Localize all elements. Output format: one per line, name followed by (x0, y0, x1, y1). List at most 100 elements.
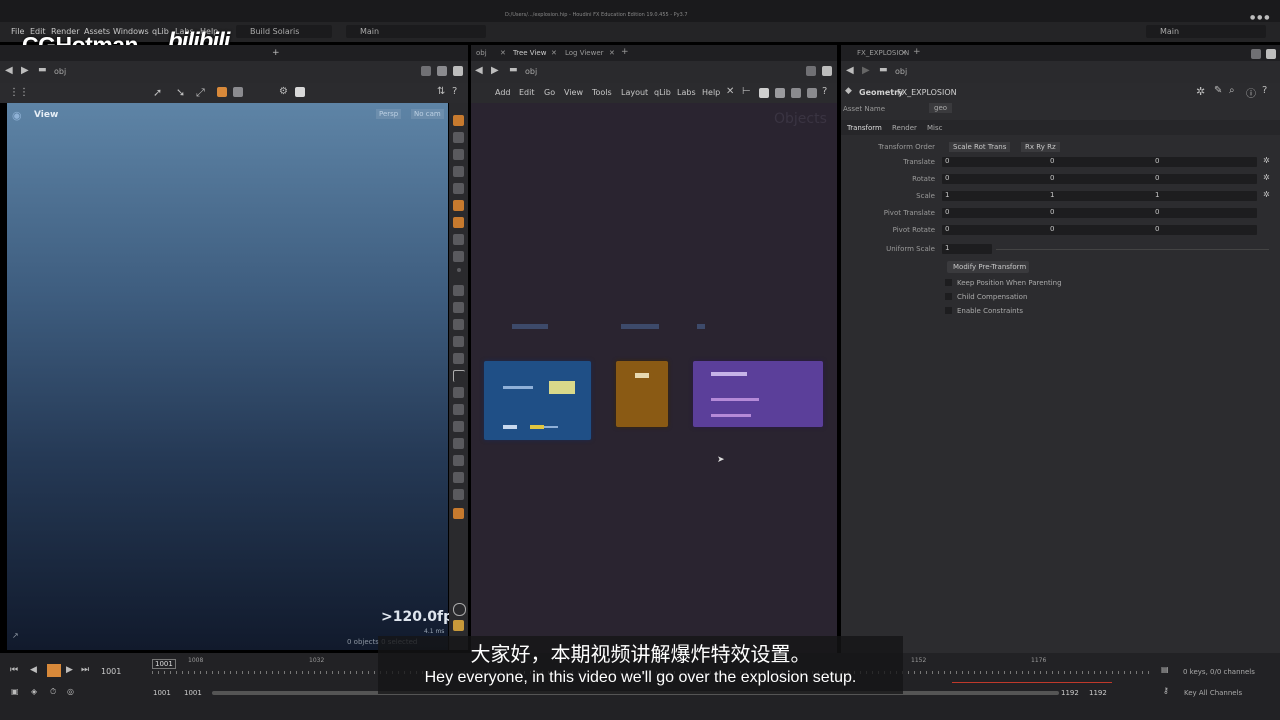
tab-misc[interactable]: Misc (927, 124, 942, 132)
maximize-icon[interactable] (1266, 49, 1276, 59)
left-path[interactable]: obj (54, 67, 66, 76)
shelf-corner-icon[interactable] (453, 370, 465, 382)
tab-log-viewer[interactable]: Log Viewer (565, 49, 604, 57)
asset-name-field[interactable]: geo (929, 103, 953, 113)
back-arrow-icon[interactable]: ◀ (846, 65, 854, 76)
link-icon[interactable] (437, 66, 447, 76)
shelf-brush-icon[interactable] (453, 285, 464, 296)
shelf-select-icon[interactable] (453, 115, 464, 126)
shelf-number-icon[interactable] (453, 319, 464, 330)
shelf-arc-icon[interactable] (453, 387, 464, 398)
net-menu-layout[interactable]: Layout (621, 88, 648, 97)
forward-arrow-icon[interactable]: ▶ (862, 65, 870, 76)
net-menu-tools[interactable]: Tools (592, 88, 612, 97)
node-icon[interactable] (711, 372, 747, 376)
shelf-handle-icon[interactable] (453, 132, 464, 143)
info-icon[interactable]: ⓘ (1246, 85, 1256, 100)
jump-start-icon[interactable]: ⏮ (10, 665, 18, 675)
back-arrow-icon[interactable]: ◀ (475, 65, 483, 76)
translate-z[interactable]: 0 (1155, 157, 1159, 165)
window-close-icon[interactable]: ● ● ● (1250, 14, 1270, 21)
wrench-icon[interactable]: ✕ (726, 86, 734, 97)
help-icon[interactable]: ? (822, 86, 827, 97)
add-tab-icon[interactable]: + (621, 47, 629, 57)
pin-icon[interactable] (1251, 49, 1261, 59)
search-icon[interactable]: ⌕ (1229, 85, 1235, 96)
modify-pre-transform-button[interactable]: Modify Pre-Transform (947, 261, 1029, 273)
right-context-selector[interactable]: Main (1146, 25, 1266, 38)
center-path[interactable]: obj (525, 67, 537, 76)
desktop-selector[interactable]: Build Solaris (236, 25, 332, 38)
shelf-point-icon[interactable] (457, 268, 461, 272)
enable-constraints-checkbox[interactable] (945, 307, 952, 314)
select-arrow-icon[interactable]: ➚ (153, 86, 162, 99)
rotate-x[interactable]: 0 (945, 174, 949, 182)
forward-arrow-icon[interactable]: ▶ (491, 65, 499, 76)
loop-icon[interactable]: ◎ (67, 687, 74, 696)
scale-z[interactable]: 1 (1155, 191, 1159, 199)
shelf-pen-icon[interactable] (453, 302, 464, 313)
tab-obj[interactable]: obj (476, 49, 487, 57)
tab-transform[interactable]: Transform (847, 124, 882, 132)
channel-icon[interactable]: ✲ (1263, 173, 1270, 182)
shelf-render-icon[interactable] (453, 508, 464, 519)
net-menu-labs[interactable]: Labs (677, 88, 696, 97)
network-box-blue[interactable] (484, 361, 591, 440)
key-icon[interactable]: ⚷ (1163, 686, 1169, 695)
folder-icon[interactable]: ▬ (509, 65, 518, 75)
shelf-path-icon[interactable] (453, 455, 464, 466)
tab-tree-view[interactable]: Tree View (513, 49, 546, 57)
shelf-camera-icon[interactable] (453, 217, 464, 228)
snap-icon[interactable] (217, 87, 227, 97)
net-menu-help[interactable]: Help (702, 88, 720, 97)
transform-icon[interactable]: ⤢ (196, 86, 205, 100)
network-box-purple[interactable] (693, 361, 823, 427)
uniform-scale-slider[interactable] (996, 249, 1269, 250)
start-frame[interactable]: 1001 (153, 689, 171, 697)
channel-icon[interactable]: ✲ (1263, 156, 1270, 165)
maximize-icon[interactable] (453, 66, 463, 76)
maximize-icon[interactable] (822, 66, 832, 76)
close-icon[interactable]: ✕ (901, 49, 907, 57)
uniform-scale-field[interactable] (942, 244, 992, 254)
display-options-icon[interactable] (807, 88, 817, 98)
jump-end-icon[interactable]: ⏭ (81, 665, 89, 675)
add-tab-icon[interactable]: + (272, 48, 280, 58)
close-icon[interactable]: ✕ (551, 49, 557, 57)
shelf-ghost-icon[interactable] (453, 183, 464, 194)
node-icon[interactable] (530, 425, 544, 429)
camera-select[interactable]: No cam (411, 109, 444, 119)
folder-icon[interactable]: ▬ (38, 65, 47, 75)
translate-x[interactable]: 0 (945, 157, 949, 165)
translate-y[interactable]: 0 (1050, 157, 1054, 165)
close-icon[interactable]: ✕ (500, 49, 506, 57)
channel-list-icon[interactable]: ▤ (1161, 665, 1169, 674)
edit-icon[interactable]: ✎ (1214, 85, 1222, 96)
back-arrow-icon[interactable]: ◀ (5, 65, 13, 76)
context-selector[interactable]: Main (346, 25, 486, 38)
window-controls[interactable]: ● ● ● (1250, 12, 1274, 21)
shelf-shade-icon[interactable] (453, 251, 464, 262)
note-icon[interactable] (759, 88, 769, 98)
close-icon[interactable]: ✕ (609, 49, 615, 57)
timeline-marker[interactable]: 1001 (152, 659, 176, 669)
node-flag-icon[interactable] (549, 381, 575, 394)
tree-icon[interactable]: ⊢ (742, 86, 751, 97)
net-menu-view[interactable]: View (564, 88, 583, 97)
select-mode-icon[interactable]: ➘ (176, 86, 185, 99)
shelf-grid-icon[interactable] (453, 472, 464, 483)
network-box-orange[interactable] (616, 361, 668, 427)
tab-render[interactable]: Render (892, 124, 917, 132)
shelf-wave-icon[interactable] (453, 489, 464, 500)
right-path[interactable]: obj (895, 67, 907, 76)
net-menu-add[interactable]: Add (495, 88, 511, 97)
help-icon[interactable]: ? (1262, 85, 1267, 96)
shelf-lock-icon[interactable] (453, 149, 464, 160)
uniform-scale-value[interactable]: 1 (945, 244, 949, 252)
pivot-rotate-z[interactable]: 0 (1155, 225, 1159, 233)
shelf-info-icon[interactable] (453, 603, 466, 616)
add-tab-icon[interactable]: + (913, 47, 921, 57)
pivot-translate-field[interactable] (942, 208, 1257, 218)
start-frame-2[interactable]: 1001 (184, 689, 202, 697)
transform-order-menu[interactable]: Scale Rot Trans (949, 142, 1011, 152)
